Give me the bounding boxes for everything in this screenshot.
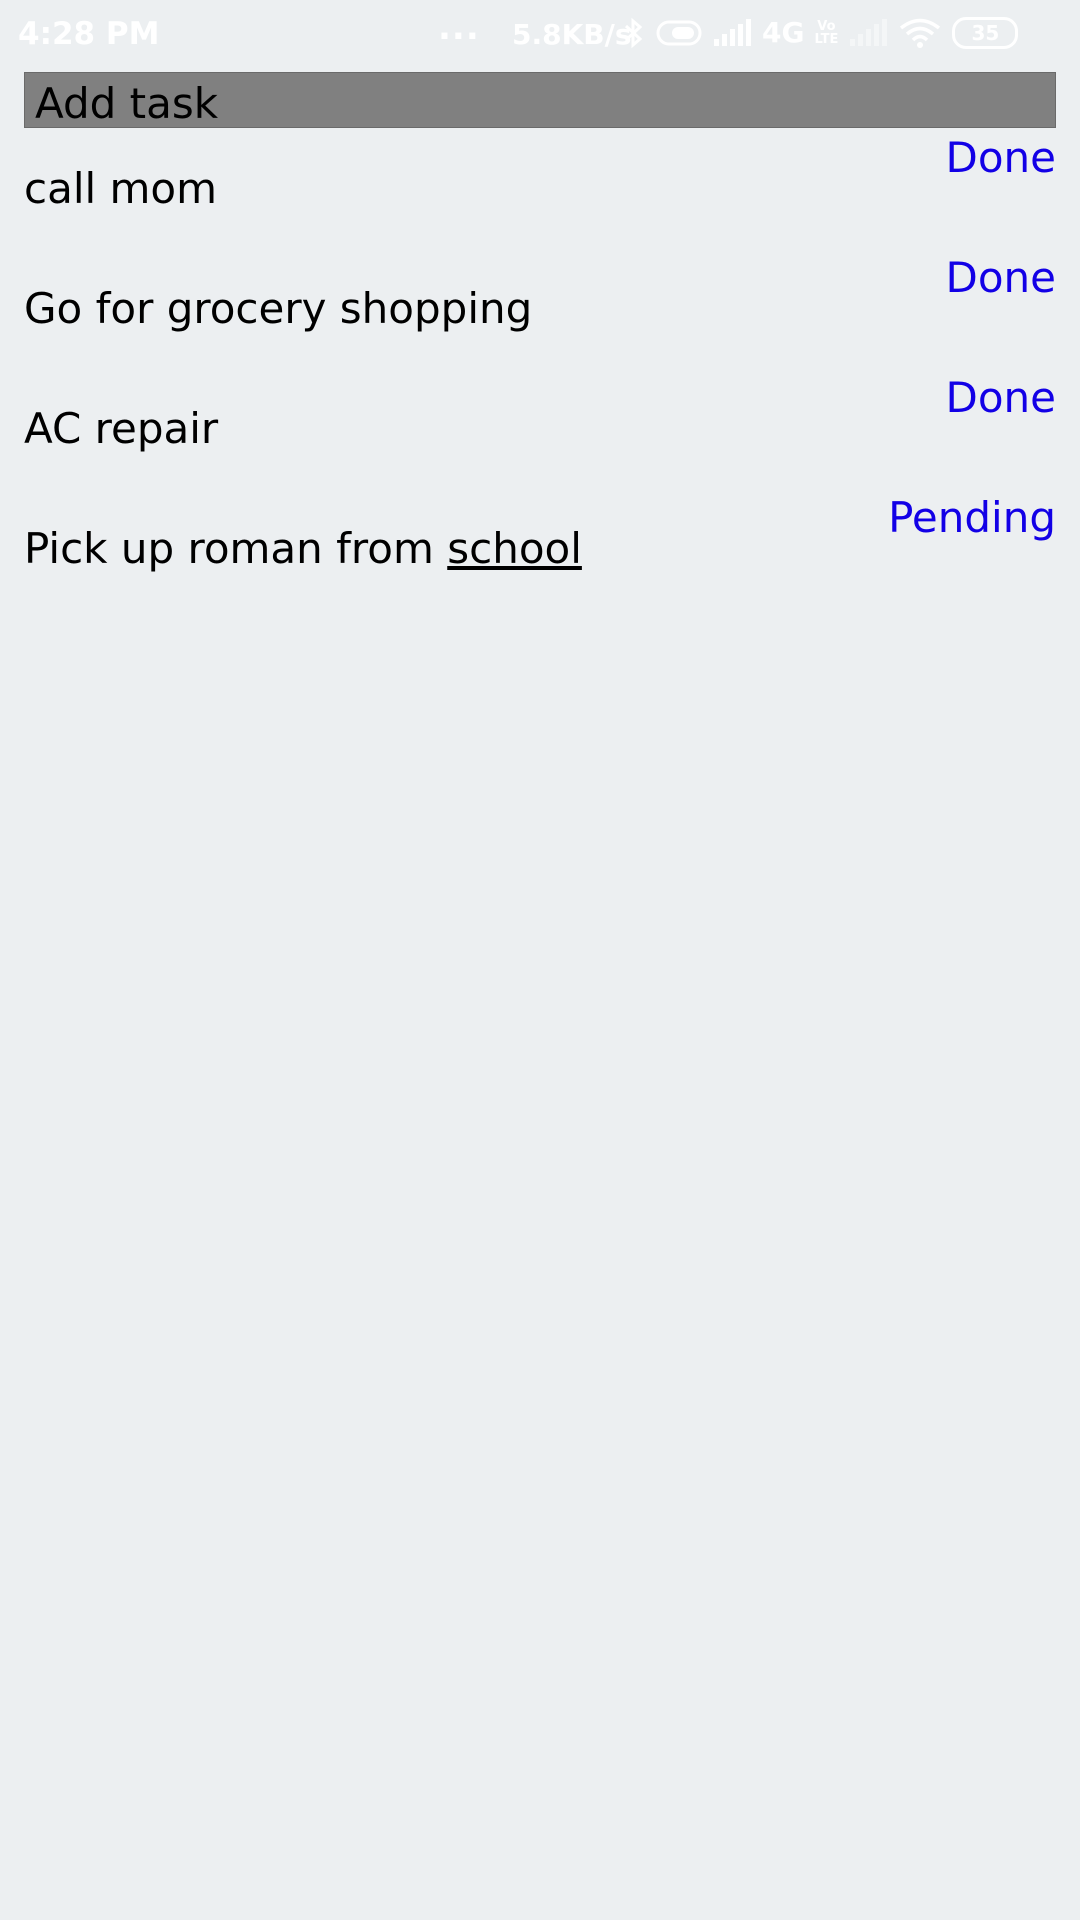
task-status-button[interactable]: Done <box>946 253 1057 302</box>
wifi-icon <box>898 17 942 49</box>
task-row[interactable]: Pick up roman from school Pending <box>24 488 1056 608</box>
signal-icon <box>712 18 752 47</box>
bluetooth-icon <box>622 17 646 49</box>
task-row[interactable]: AC repair Done <box>24 368 1056 488</box>
volte-icon: Vo LTE <box>814 18 839 47</box>
signal-weak-icon <box>848 18 888 47</box>
task-text: AC repair <box>24 404 219 453</box>
task-text: call mom <box>24 164 218 213</box>
battery-icon: 35 <box>952 16 1019 49</box>
add-task-label: Add task <box>35 79 219 128</box>
add-task-button[interactable]: Add task <box>24 72 1056 128</box>
task-status-button[interactable]: Done <box>946 133 1057 182</box>
task-text-underlined: school <box>447 524 582 573</box>
task-list: call mom Done Go for grocery shopping Do… <box>24 128 1056 608</box>
task-row[interactable]: Go for grocery shopping Done <box>24 248 1056 368</box>
notification-dots: ... <box>438 8 480 48</box>
task-status-button[interactable]: Pending <box>888 493 1056 542</box>
network-speed: 5.8KB/s <box>512 18 632 51</box>
task-row[interactable]: call mom Done <box>24 128 1056 248</box>
task-text: Pick up roman from school <box>24 524 582 573</box>
network-type: 4G <box>762 16 805 49</box>
toggle-icon <box>656 19 702 47</box>
status-time: 4:28 PM <box>18 16 160 52</box>
status-icons: 4G Vo LTE 35 <box>622 16 1019 49</box>
task-status-button[interactable]: Done <box>946 373 1057 422</box>
task-text-prefix: Pick up roman from <box>24 524 448 573</box>
task-text: Go for grocery shopping <box>24 284 533 333</box>
status-bar: 4:28 PM ... 5.8KB/s 4G Vo LTE 35 <box>0 0 1080 72</box>
